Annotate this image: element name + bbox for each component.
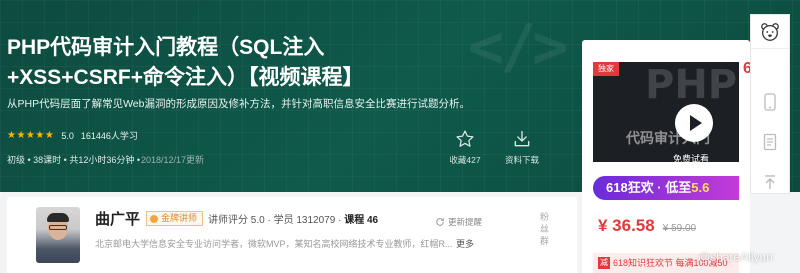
update-reminder-label: 更新提醒 [448, 217, 483, 227]
medal-icon [150, 214, 159, 223]
gold-lecturer-badge: 金牌讲师 [146, 211, 204, 226]
teacher-bio: 北京邮电大学信息安全专业访问学者，微软MVP，某知名高校网络技术专业教师，红帽R… [95, 239, 453, 249]
update-reminder-button[interactable]: 更新提醒 [435, 216, 482, 228]
course-count-label: 课程 [344, 215, 365, 226]
refresh-icon [436, 218, 444, 226]
download-icon [514, 130, 530, 147]
price-row: ¥ 36.58 ¥ 59.00 [598, 216, 696, 236]
promo-text: 618狂欢 · 低至 [606, 180, 692, 195]
video-bg-text: PHP [645, 62, 738, 108]
course-page: </> PHP代码审计入门教程（SQL注入+XSS+CSRF+命令注入）【视频课… [0, 0, 800, 273]
play-icon[interactable] [675, 104, 713, 142]
phone-icon [764, 93, 776, 111]
favorite-button[interactable]: 收藏427 [440, 129, 490, 166]
side-app-button[interactable] [751, 85, 789, 119]
fan-group-link[interactable]: 粉丝群 [540, 211, 554, 247]
original-price: ¥ 59.00 [662, 223, 697, 234]
current-price: ¥ 36.58 [598, 216, 655, 235]
course-meta-info: 初级 • 38课时 • 共12小时36分钟 • [7, 155, 140, 165]
code-bracket-decoration: </> [468, 12, 568, 82]
promo-highlight: 5.6 [691, 180, 710, 195]
course-count: 46 [366, 215, 379, 226]
course-meta: 初级 • 38课时 • 共12小时36分钟 • 2018/12/17更新 [7, 153, 204, 166]
teacher-avatar[interactable] [36, 207, 80, 263]
course-update-date: 2018/12/17更新 [141, 155, 205, 165]
bio-more-link[interactable]: 更多 [456, 237, 474, 250]
purchase-card: PHP 代码审计入门 免费试看 独家 618狂欢 · 低至5.6 ¥ 36.58… [582, 40, 750, 273]
rating-row: ★★★★★ 5.0 161446人学习 [7, 129, 138, 142]
download-materials-button[interactable]: 资料下载 [497, 129, 547, 166]
side-toolbar [750, 14, 790, 194]
back-to-top-icon [765, 175, 775, 189]
discount-badge: 减 [598, 257, 610, 269]
course-title: PHP代码审计入门教程（SQL注入+XSS+CSRF+命令注入）【视频课程】 [7, 36, 364, 89]
side-mascot-button[interactable] [751, 15, 789, 49]
teacher-info-panel: 曲广平 金牌讲师 讲师评分 5.0 · 学员 1312079 · 课程 46 更… [7, 197, 577, 273]
download-label: 资料下载 [504, 155, 539, 165]
teacher-stats: 讲师评分 5.0 · 学员 1312079 · 课程 46 [208, 211, 378, 226]
rating-score: 5.0 [61, 130, 74, 141]
side-feedback-button[interactable] [751, 125, 789, 159]
teacher-stats-text: 讲师评分 5.0 · 学员 1312079 · [208, 215, 345, 226]
exclusive-tag: 独家 [593, 62, 619, 76]
bear-mascot-icon [761, 22, 779, 41]
badge-label: 金牌讲师 [161, 213, 198, 223]
avatar-hair [47, 213, 69, 222]
course-subtitle: 从PHP代码层面了解常见Web漏洞的形成原因及修补方法，并针对高职信息安全比赛进… [7, 98, 470, 110]
document-icon [763, 133, 777, 151]
video-preview[interactable]: PHP 代码审计入门 免费试看 [593, 62, 739, 162]
promo-banner[interactable]: 618狂欢 · 低至5.6 [593, 176, 739, 200]
back-to-top-button[interactable] [751, 165, 789, 199]
star-outline-icon [456, 130, 474, 147]
image-watermark: @shareAliyun [698, 250, 773, 264]
teacher-name[interactable]: 曲广平 [95, 208, 140, 229]
avatar-glasses [49, 225, 67, 230]
teacher-header: 曲广平 金牌讲师 讲师评分 5.0 · 学员 1312079 · 课程 46 [95, 208, 378, 229]
rating-stars-icon: ★★★★★ [7, 130, 55, 141]
learner-count: 161446人学习 [80, 131, 138, 141]
favorite-label: 收藏427 [449, 155, 481, 165]
free-trial-label[interactable]: 免费试看 [673, 152, 709, 162]
